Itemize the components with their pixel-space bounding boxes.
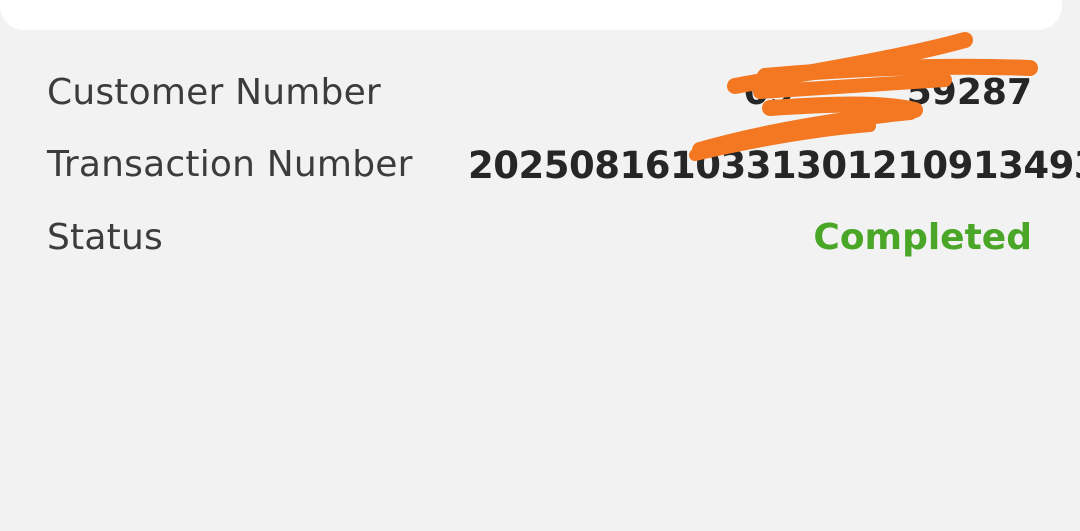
customer-number-row: Customer Number 09 59287: [0, 64, 1080, 124]
top-card: [0, 0, 1062, 30]
status-label: Status: [47, 217, 163, 258]
status-value: Completed: [813, 217, 1032, 258]
customer-number-label: Customer Number: [47, 72, 381, 113]
transaction-number-value: 20250816103313012109134933: [468, 144, 1080, 187]
transaction-number-label: Transaction Number: [47, 144, 413, 185]
status-row: Status Completed: [0, 209, 1080, 269]
customer-number-value: 09 59287: [743, 72, 1032, 113]
transaction-number-row: Transaction Number 202508161033130121091…: [0, 136, 1080, 196]
